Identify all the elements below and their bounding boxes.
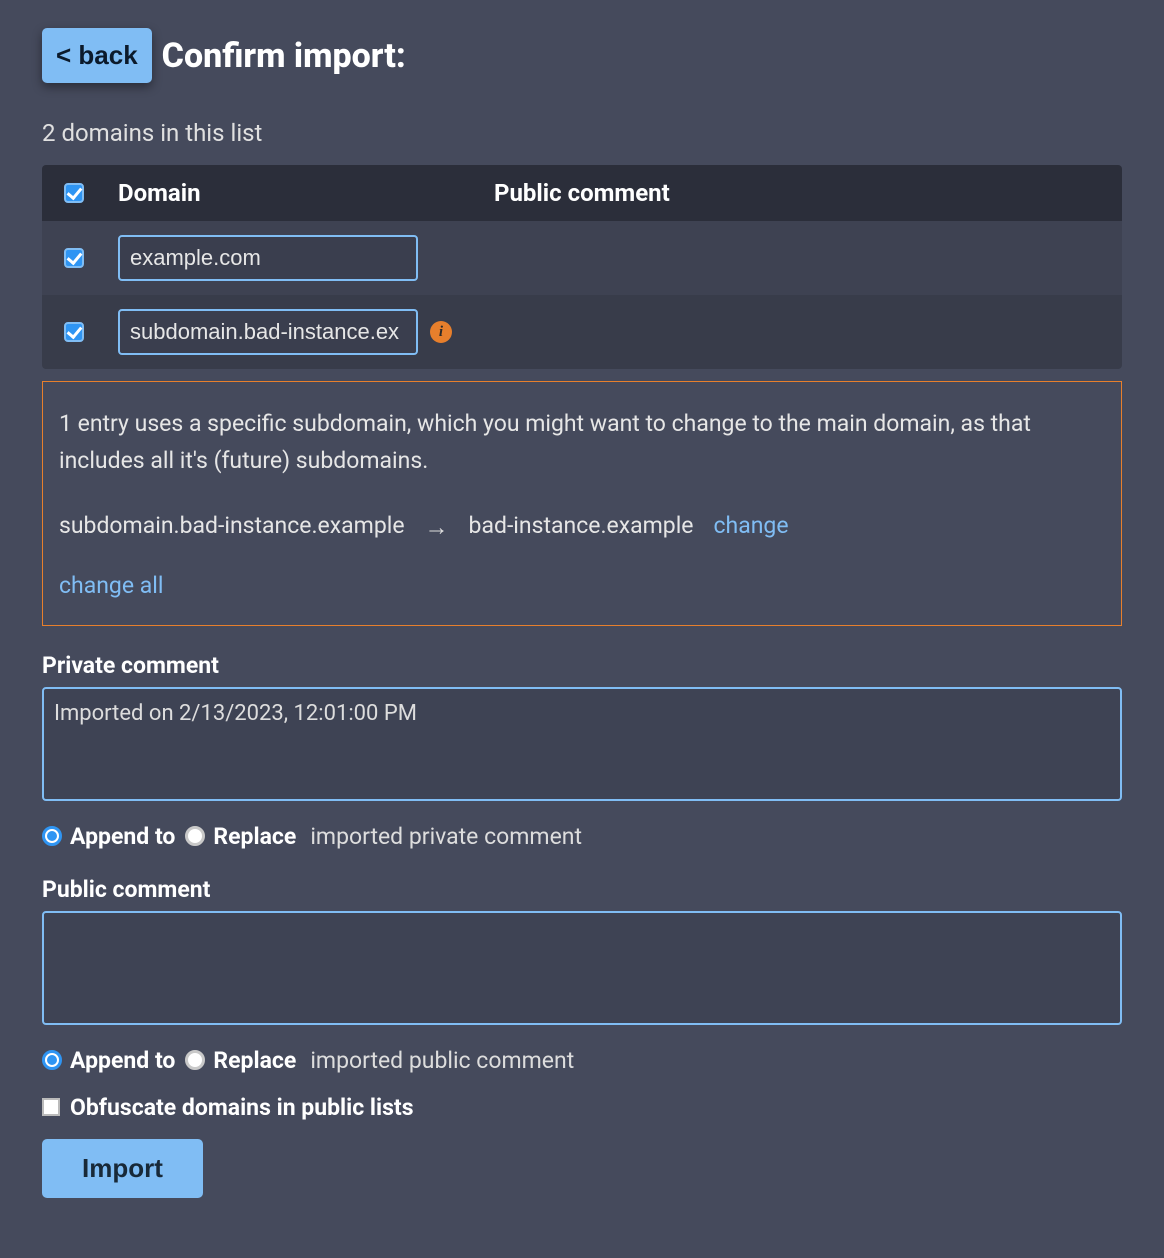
warning-text: 1 entry uses a specific subdomain, which…	[59, 406, 1105, 480]
subdomain-warning-box: 1 entry uses a specific subdomain, which…	[42, 381, 1122, 626]
select-all-checkbox[interactable]	[64, 183, 84, 203]
back-button[interactable]: < back	[42, 28, 152, 83]
list-count-text: 2 domains in this list	[42, 119, 1122, 147]
private-comment-label: Private comment	[42, 652, 1122, 679]
private-replace-label: Replace	[213, 823, 296, 850]
private-comment-suffix: imported private comment	[310, 823, 582, 850]
domain-table: Domain Public comment i	[42, 165, 1122, 369]
info-icon[interactable]: i	[430, 321, 452, 343]
private-append-option[interactable]: Append to	[42, 823, 175, 850]
obfuscate-label: Obfuscate domains in public lists	[70, 1094, 414, 1121]
table-row	[42, 221, 1122, 295]
import-button[interactable]: Import	[42, 1139, 203, 1198]
public-comment-textarea[interactable]	[42, 911, 1122, 1025]
public-replace-option[interactable]: Replace	[185, 1047, 296, 1074]
change-all-link[interactable]: change all	[59, 572, 163, 599]
public-comment-suffix: imported public comment	[310, 1047, 574, 1074]
table-header-row: Domain Public comment	[42, 165, 1122, 221]
private-replace-option[interactable]: Replace	[185, 823, 296, 850]
public-comment-label: Public comment	[42, 876, 1122, 903]
page-title: Confirm import:	[162, 36, 406, 76]
private-replace-radio[interactable]	[185, 826, 205, 846]
private-comment-textarea[interactable]	[42, 687, 1122, 801]
column-header-public-comment: Public comment	[494, 179, 1100, 207]
private-append-label: Append to	[70, 823, 175, 850]
public-append-label: Append to	[70, 1047, 175, 1074]
public-replace-label: Replace	[213, 1047, 296, 1074]
warning-to-domain: bad-instance.example	[469, 508, 694, 545]
domain-input[interactable]	[118, 235, 418, 281]
public-replace-radio[interactable]	[185, 1050, 205, 1070]
change-link[interactable]: change	[714, 508, 789, 545]
table-row: i	[42, 295, 1122, 369]
row-checkbox[interactable]	[64, 322, 84, 342]
column-header-domain: Domain	[118, 179, 468, 207]
row-checkbox[interactable]	[64, 248, 84, 268]
obfuscate-checkbox[interactable]	[42, 1098, 60, 1116]
public-append-radio[interactable]	[42, 1050, 62, 1070]
domain-input[interactable]	[118, 309, 418, 355]
private-append-radio[interactable]	[42, 826, 62, 846]
warning-from-domain: subdomain.bad-instance.example	[59, 508, 405, 545]
arrow-right-icon: →	[425, 508, 449, 546]
public-append-option[interactable]: Append to	[42, 1047, 175, 1074]
